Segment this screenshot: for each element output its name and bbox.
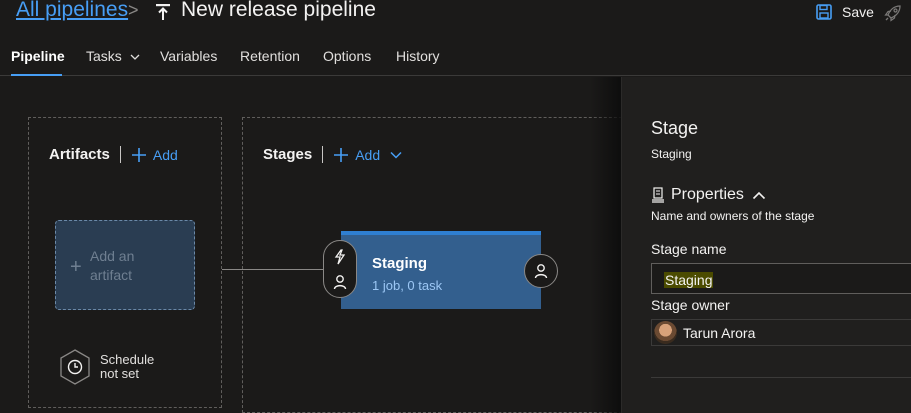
stage-name-value: Staging bbox=[664, 272, 714, 288]
add-artifact-card[interactable]: + Add an artifact bbox=[55, 220, 195, 310]
owner-name: Tarun Arora bbox=[683, 324, 756, 341]
tab-variables[interactable]: Variables bbox=[160, 48, 217, 64]
tab-tasks-label: Tasks bbox=[86, 48, 122, 64]
stage-name: Staging bbox=[372, 255, 427, 272]
save-button[interactable]: Save bbox=[816, 4, 874, 20]
chevron-down-icon[interactable] bbox=[390, 151, 402, 159]
add-stage-button[interactable]: Add bbox=[333, 147, 402, 163]
schedule-clock-icon bbox=[60, 349, 90, 385]
breadcrumb-separator: > bbox=[128, 0, 139, 20]
artifacts-header: Artifacts Add bbox=[49, 146, 178, 163]
active-tab-indicator bbox=[11, 74, 62, 76]
tab-pipeline[interactable]: Pipeline bbox=[11, 48, 65, 64]
stage-properties-panel: Stage Staging Properties Name and owners… bbox=[621, 77, 911, 413]
stage-owner-picker[interactable]: Tarun Arora bbox=[651, 319, 911, 346]
floppy-disk-icon bbox=[816, 4, 832, 20]
plus-icon bbox=[334, 147, 349, 162]
rocket-icon[interactable] bbox=[884, 4, 902, 22]
stage-summary-link[interactable]: 1 job, 0 task bbox=[372, 278, 442, 293]
add-artifact-label: Add bbox=[152, 146, 178, 163]
lightning-icon bbox=[334, 249, 346, 265]
all-pipelines-link[interactable]: All pipelines bbox=[16, 0, 128, 22]
add-stage-label: Add bbox=[355, 146, 381, 163]
add-artifact-button[interactable]: Add bbox=[131, 147, 178, 163]
schedule-trigger[interactable]: Schedule not set bbox=[58, 348, 154, 386]
divider bbox=[651, 377, 911, 378]
tab-bar: Pipeline Tasks Variables Retention Optio… bbox=[0, 40, 911, 76]
properties-icon bbox=[652, 187, 664, 203]
stage-owner-label: Stage owner bbox=[651, 297, 730, 313]
divider bbox=[322, 146, 324, 163]
chevron-down-icon bbox=[130, 54, 140, 60]
header-bar: All pipelines > New release pipeline Sav… bbox=[0, 0, 911, 30]
person-icon bbox=[534, 264, 548, 279]
add-artifact-text: Add an artifact bbox=[90, 247, 134, 285]
stage-name-label: Stage name bbox=[651, 241, 727, 257]
plus-icon: + bbox=[70, 256, 82, 278]
pre-deployment-conditions[interactable] bbox=[323, 240, 357, 298]
panel-title: Stage bbox=[651, 118, 699, 138]
properties-label: Properties bbox=[671, 186, 744, 203]
pipeline-canvas: Artifacts Add Stages Add + Add an artifa… bbox=[0, 77, 632, 413]
panel-shadow bbox=[590, 77, 621, 413]
avatar bbox=[654, 321, 677, 344]
properties-toggle[interactable]: Properties bbox=[651, 186, 766, 204]
artifacts-title: Artifacts bbox=[49, 146, 110, 163]
add-artifact-text-line1: Add an bbox=[90, 248, 135, 264]
schedule-text-line1: Schedule bbox=[100, 352, 155, 367]
tab-tasks[interactable]: Tasks bbox=[86, 48, 140, 64]
plus-icon bbox=[131, 147, 146, 162]
save-label: Save bbox=[842, 4, 874, 20]
post-deployment-conditions[interactable] bbox=[524, 254, 558, 288]
divider bbox=[119, 146, 121, 163]
stages-header: Stages Add bbox=[263, 146, 402, 163]
schedule-text: Schedule not set bbox=[100, 353, 154, 381]
stage-name-input[interactable]: Staging bbox=[651, 263, 911, 294]
stages-title: Stages bbox=[263, 146, 313, 163]
tab-options[interactable]: Options bbox=[323, 48, 371, 64]
panel-subtitle: Staging bbox=[651, 147, 692, 161]
stage-card-staging[interactable]: Staging 1 job, 0 task bbox=[341, 231, 541, 309]
release-pipeline-icon bbox=[156, 4, 170, 20]
person-icon bbox=[333, 275, 347, 290]
chevron-up-icon bbox=[752, 191, 765, 199]
tab-retention[interactable]: Retention bbox=[240, 48, 300, 64]
page-title: New release pipeline bbox=[181, 0, 376, 21]
schedule-text-line2: not set bbox=[100, 366, 140, 381]
properties-description: Name and owners of the stage bbox=[651, 209, 815, 223]
add-artifact-text-line2: artifact bbox=[90, 267, 133, 283]
tab-history[interactable]: History bbox=[396, 48, 440, 64]
